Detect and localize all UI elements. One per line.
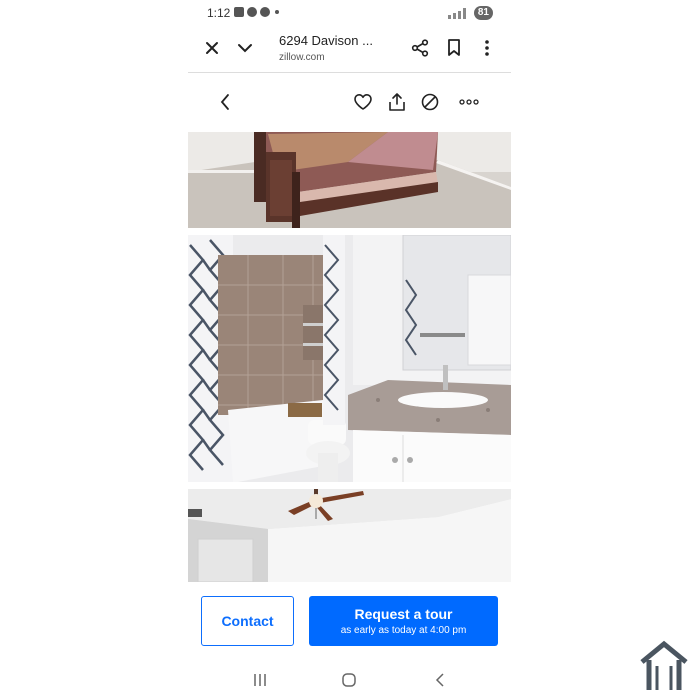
- recent-apps-icon[interactable]: [250, 670, 270, 690]
- chat-icon: [247, 7, 257, 17]
- back-nav-icon[interactable]: [430, 670, 450, 690]
- phone-screen: 1:12 81 6294 Davison ... zillow.com Cont…: [188, 0, 511, 700]
- battery-icon: 81: [473, 6, 493, 20]
- notification-icons: [234, 7, 279, 17]
- status-bar: 1:12 81: [188, 0, 511, 26]
- share-icon[interactable]: [410, 38, 430, 58]
- request-tour-button[interactable]: Request a tour as early as today at 4:00…: [309, 596, 498, 646]
- status-right: 81: [447, 6, 493, 20]
- close-icon[interactable]: [202, 38, 222, 58]
- messenger-icon: [260, 7, 270, 17]
- bathroom-photo[interactable]: [188, 235, 511, 482]
- house-logo-icon: [638, 640, 690, 692]
- cta-bar: Contact Request a tour as early as today…: [188, 582, 511, 652]
- hide-icon[interactable]: [419, 91, 441, 113]
- status-time: 1:12: [207, 6, 231, 20]
- browser-header: 6294 Davison ... zillow.com: [188, 26, 511, 73]
- request-tour-title: Request a tour: [354, 606, 453, 622]
- bookmark-icon[interactable]: [444, 38, 464, 58]
- bedroom-photo[interactable]: [188, 132, 511, 228]
- room-with-ceiling-fan-photo[interactable]: [188, 489, 511, 582]
- chevron-down-icon[interactable]: [235, 38, 255, 58]
- screenshot-icon: [234, 7, 244, 17]
- back-icon[interactable]: [215, 91, 235, 113]
- listing-toolbar: [188, 82, 511, 122]
- system-nav-bar: [188, 660, 511, 700]
- more-horizontal-icon[interactable]: [457, 91, 481, 113]
- upload-share-icon[interactable]: [386, 91, 408, 113]
- heart-icon[interactable]: [352, 91, 374, 113]
- page-url: zillow.com: [279, 52, 325, 63]
- contact-button[interactable]: Contact: [201, 596, 294, 646]
- signal-icon: [447, 7, 470, 19]
- more-vertical-icon[interactable]: [477, 38, 497, 58]
- request-tour-subtitle: as early as today at 4:00 pm: [340, 625, 467, 636]
- page-title: 6294 Davison ...: [279, 33, 373, 48]
- more-notifications-icon: [275, 10, 279, 14]
- home-icon[interactable]: [339, 670, 359, 690]
